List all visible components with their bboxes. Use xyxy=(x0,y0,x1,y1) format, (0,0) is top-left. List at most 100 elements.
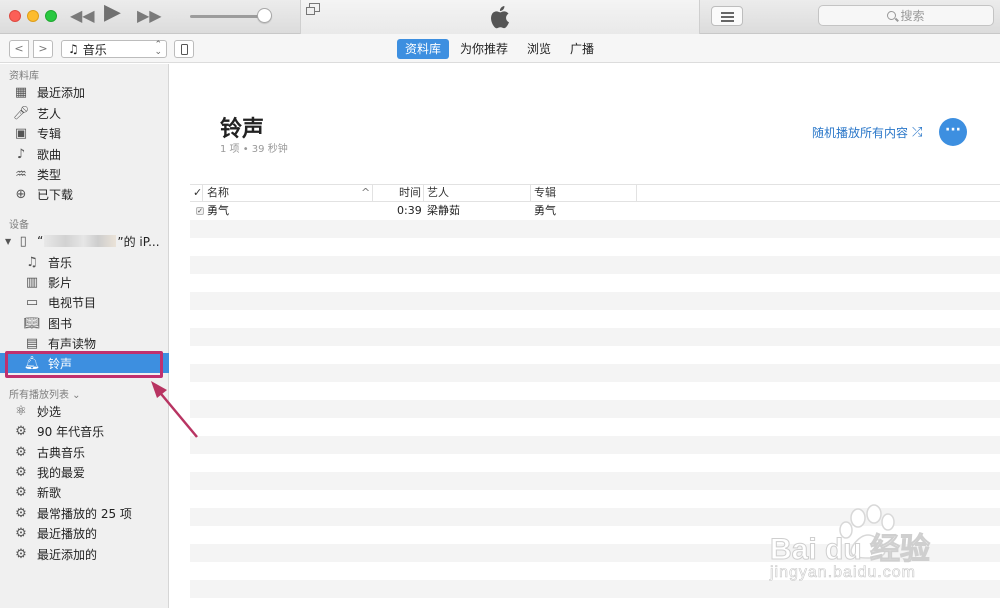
play-icon[interactable]: ▶ xyxy=(104,2,121,24)
empty-table-row xyxy=(190,382,1000,400)
page-title: 铃声 xyxy=(220,117,265,142)
disclosure-triangle-icon[interactable]: ▼ xyxy=(5,237,11,246)
microphone-icon: 🎤︎ xyxy=(12,105,30,121)
zoom-window-button[interactable] xyxy=(45,10,57,22)
sidebar-item-device-ringtones[interactable]: 🔔︎ 铃声 xyxy=(0,353,169,373)
sidebar-item-recently-played[interactable]: ⚙ 最近播放的 xyxy=(0,523,169,543)
sidebar-item-my-favorites[interactable]: ⚙ 我的最爱 xyxy=(0,462,169,482)
more-options-button[interactable]: ··· xyxy=(939,118,967,146)
gear-icon: ⚙ xyxy=(15,464,27,480)
empty-table-row xyxy=(190,346,1000,364)
empty-table-row xyxy=(190,598,1000,608)
mini-player-icon[interactable] xyxy=(306,3,320,15)
annotation-arrow-icon xyxy=(151,381,198,438)
sidebar-item-device-music[interactable]: ♫ 音乐 xyxy=(0,252,169,272)
sidebar-item-label: 我的最爱 xyxy=(37,465,86,480)
sidebar-item-albums[interactable]: ▣ 专辑 xyxy=(0,123,169,143)
status-display xyxy=(300,0,700,34)
gear-icon: ⚙ xyxy=(15,525,27,541)
search-placeholder: 搜索 xyxy=(900,9,925,23)
forward-button[interactable]: > xyxy=(33,40,53,58)
film-icon: ▥ xyxy=(25,274,39,290)
iphone-icon: ▯ xyxy=(19,233,27,249)
iphone-icon xyxy=(181,44,188,55)
sidebar-item-label: 古典音乐 xyxy=(37,445,86,460)
view-tabs: 资料库 为你推荐 浏览 广播 xyxy=(397,39,605,59)
sidebar-item-label: 铃声 xyxy=(48,356,73,371)
playlists-section-header[interactable]: 所有播放列表 ⌄ xyxy=(9,386,81,401)
gear-icon: ⚙ xyxy=(15,505,27,521)
sidebar-item-genres[interactable]: ♒ 类型 xyxy=(0,164,169,184)
sidebar-item-device-audiobooks[interactable]: ▤ 有声读物 xyxy=(0,333,169,353)
empty-table-row xyxy=(190,454,1000,472)
up-next-list-button[interactable] xyxy=(711,6,743,26)
download-icon: ⊕ xyxy=(15,186,27,202)
cell-artist: 梁静茹 xyxy=(427,204,460,217)
sidebar-item-label: 最近添加 xyxy=(37,85,86,100)
fast-forward-icon[interactable]: ▶▶ xyxy=(137,6,162,26)
back-button[interactable]: < xyxy=(9,40,29,58)
sidebar-item-downloaded[interactable]: ⊕ 已下载 xyxy=(0,184,169,204)
sort-ascending-icon[interactable]: ^ xyxy=(361,185,370,201)
sidebar-device-iphone[interactable]: ▼ ▯ “ ”的 iP... xyxy=(0,231,169,251)
column-header-artist[interactable]: 艺人 xyxy=(427,185,449,201)
column-divider xyxy=(372,185,373,201)
empty-table-row xyxy=(190,238,1000,256)
audiobook-icon: ▤ xyxy=(25,335,39,351)
sidebar-item-label: 最近播放的 xyxy=(37,526,98,541)
minimize-window-button[interactable] xyxy=(27,10,39,22)
column-header-name[interactable]: 名称 xyxy=(207,185,229,201)
empty-table-row xyxy=(190,274,1000,292)
row-checkbox[interactable]: ✓ xyxy=(196,207,204,215)
sidebar-item-device-tv-shows[interactable]: ▭ 电视节目 xyxy=(0,292,169,312)
search-icon xyxy=(887,11,897,20)
rewind-icon[interactable]: ◀◀ xyxy=(70,6,95,26)
empty-table-row xyxy=(190,256,1000,274)
watermark-url: jingyan.baidu.com xyxy=(770,564,916,582)
column-header-check[interactable]: ✓ xyxy=(193,185,202,201)
volume-knob[interactable] xyxy=(257,8,272,23)
media-type-label: 音乐 xyxy=(82,42,107,57)
sidebar-item-classical-music[interactable]: ⚙ 古典音乐 xyxy=(0,442,169,462)
shuffle-all-label: 随机播放所有内容 xyxy=(812,126,909,140)
sidebar-item-device-movies[interactable]: ▥ 影片 xyxy=(0,272,169,292)
sidebar-item-label: 图书 xyxy=(48,316,73,331)
column-divider xyxy=(202,185,203,201)
tab-radio[interactable]: 广播 xyxy=(562,39,602,59)
table-row[interactable]: ✓ 勇气 0:39 梁静茹 勇气 xyxy=(190,202,1000,220)
watermark-brand: Bai du 经验 xyxy=(769,533,931,567)
search-input[interactable]: 搜索 xyxy=(818,5,994,26)
sidebar-item-genius[interactable]: ⚛ 妙选 xyxy=(0,401,169,421)
library-section-header: 资料库 xyxy=(9,71,39,82)
sidebar-item-top-25-most-played[interactable]: ⚙ 最常播放的 25 项 xyxy=(0,503,169,523)
media-type-select[interactable]: ♫ 音乐 ⌃ ⌄ xyxy=(61,40,167,58)
device-button[interactable] xyxy=(174,40,194,58)
sidebar-item-90s-music[interactable]: ⚙ 90 年代音乐 xyxy=(0,421,169,441)
column-divider xyxy=(636,185,637,201)
column-header-time[interactable]: 时间 xyxy=(399,185,421,201)
sidebar-item-recently-added-playlist[interactable]: ⚙ 最近添加的 xyxy=(0,544,169,564)
genre-icon: ♒ xyxy=(15,166,27,182)
sidebar-item-recently-added[interactable]: ▦ 最近添加 xyxy=(0,82,169,102)
sidebar-item-new-songs[interactable]: ⚙ 新歌 xyxy=(0,482,169,502)
close-window-button[interactable] xyxy=(9,10,21,22)
sidebar-item-songs[interactable]: ♪ 歌曲 xyxy=(0,144,169,164)
shuffle-all-button[interactable]: 随机播放所有内容 ⤮ xyxy=(812,124,922,141)
empty-table-row xyxy=(190,418,1000,436)
gear-icon: ⚙ xyxy=(15,423,27,439)
volume-slider[interactable] xyxy=(190,15,266,18)
bell-icon: 🔔︎ xyxy=(23,355,41,371)
column-header-album[interactable]: 专辑 xyxy=(534,185,556,201)
empty-table-row xyxy=(190,364,1000,382)
sidebar-item-device-books[interactable]: 📖︎ 图书 xyxy=(0,313,169,333)
cell-name: 勇气 xyxy=(207,204,229,217)
tab-browse[interactable]: 浏览 xyxy=(519,39,559,59)
tab-library[interactable]: 资料库 xyxy=(397,39,450,59)
redacted-device-name xyxy=(44,235,117,247)
navigation-bar: < > ♫ 音乐 ⌃ ⌄ 资料库 为你推荐 浏览 广播 xyxy=(0,34,1000,63)
tab-for-you[interactable]: 为你推荐 xyxy=(452,39,516,59)
sidebar-item-artists[interactable]: 🎤︎ 艺人 xyxy=(0,103,169,123)
sidebar-item-label: 有声读物 xyxy=(48,336,97,351)
empty-table-row xyxy=(190,328,1000,346)
gear-icon: ⚙ xyxy=(15,546,27,562)
